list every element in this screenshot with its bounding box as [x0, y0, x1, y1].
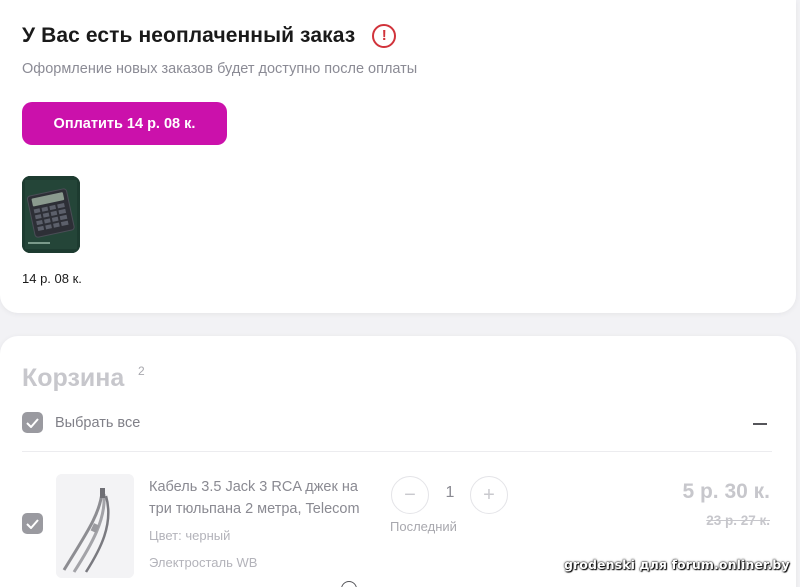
select-all-row[interactable]: Выбрать все [22, 412, 140, 433]
exclamation-circle-icon[interactable]: ! [372, 24, 397, 48]
order-item-price: 14 р. 08 к. [22, 271, 82, 286]
item-extra-line [149, 580, 309, 587]
item-color: Цвет: черный [149, 528, 231, 543]
decrement-button[interactable]: − [391, 476, 429, 514]
unpaid-title-row: У Вас есть неоплаченный заказ ! [22, 24, 397, 48]
item-checkbox[interactable] [22, 513, 43, 534]
item-seller[interactable]: Электросталь WB [149, 555, 257, 570]
checkmark-icon [26, 417, 39, 428]
divider [22, 451, 772, 452]
quantity-value[interactable]: 1 [440, 484, 460, 502]
cable-image [56, 474, 134, 578]
cart-title: Корзина [22, 364, 125, 392]
select-all-label: Выбрать все [55, 414, 141, 431]
minus-icon[interactable] [753, 423, 767, 425]
unpaid-subtitle: Оформление новых заказов будет доступно … [22, 61, 418, 77]
checkmark-icon [26, 518, 39, 529]
item-price: 5 р. 30 к. [682, 480, 770, 503]
item-image[interactable] [56, 474, 134, 578]
pay-button[interactable]: Оплатить 14 р. 08 к. [22, 102, 227, 145]
increment-button[interactable]: + [470, 476, 508, 514]
unpaid-title: У Вас есть неоплаченный заказ [22, 24, 356, 47]
watermark: grodenski для forum.onliner.by [564, 557, 790, 572]
cart-count-badge: 2 [138, 364, 145, 378]
stock-note: Последний [390, 519, 457, 534]
order-item-thumbnail[interactable] [22, 176, 80, 253]
item-old-price: 23 р. 27 к. [706, 513, 770, 528]
select-all-checkbox[interactable] [22, 412, 43, 433]
item-name[interactable]: Кабель 3.5 Jack 3 RCA джек на три тюльпа… [149, 476, 379, 520]
calculator-image [22, 176, 80, 253]
